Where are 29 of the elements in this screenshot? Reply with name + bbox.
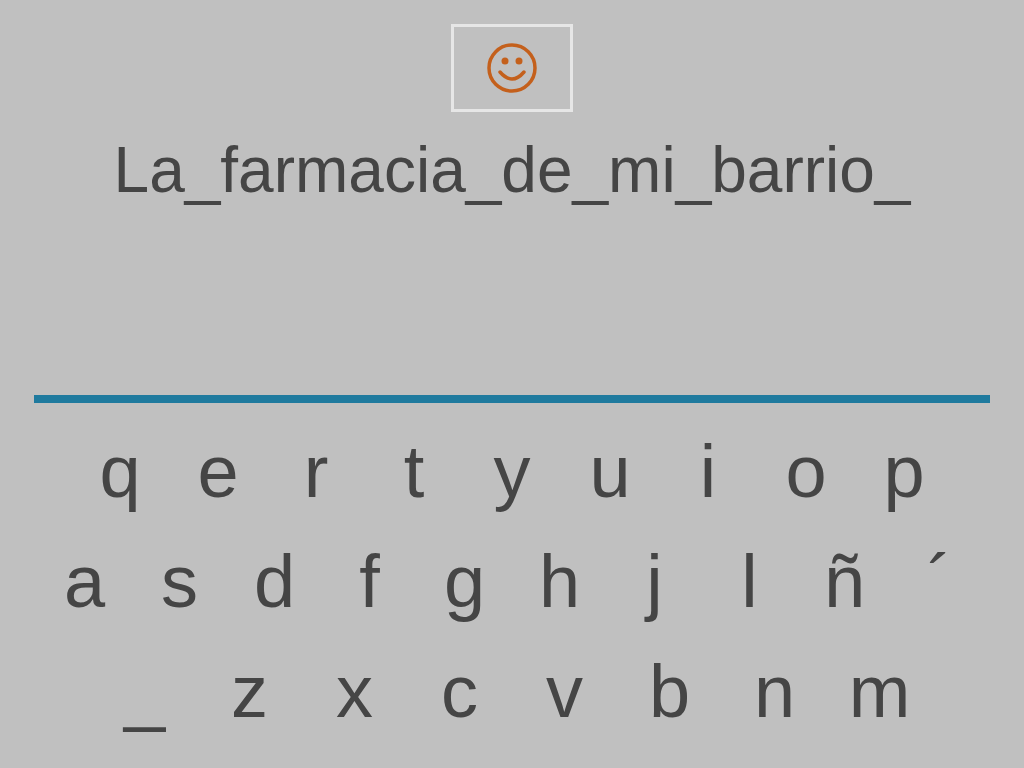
letter-key[interactable]: m bbox=[827, 647, 932, 737]
letter-key[interactable]: ñ bbox=[797, 537, 892, 627]
letter-key[interactable]: b bbox=[617, 647, 722, 737]
letter-key[interactable]: j bbox=[607, 537, 702, 627]
letter-key[interactable]: _ bbox=[92, 647, 197, 737]
letter-key[interactable]: v bbox=[512, 647, 617, 737]
letter-key[interactable]: t bbox=[365, 427, 463, 517]
answer-text: La_farmacia_de_mi_barrio_ bbox=[113, 133, 911, 208]
letter-key[interactable]: a bbox=[37, 537, 132, 627]
letter-key[interactable]: n bbox=[722, 647, 827, 737]
letter-key[interactable]: o bbox=[757, 427, 855, 517]
letter-key[interactable]: s bbox=[132, 537, 227, 627]
letter-key[interactable]: h bbox=[512, 537, 607, 627]
letter-key[interactable]: c bbox=[407, 647, 512, 737]
letter-key[interactable]: q bbox=[71, 427, 169, 517]
letter-key[interactable]: y bbox=[463, 427, 561, 517]
letter-key[interactable]: r bbox=[267, 427, 365, 517]
letter-key[interactable]: z bbox=[197, 647, 302, 737]
letter-key[interactable]: g bbox=[417, 537, 512, 627]
letter-key[interactable]: u bbox=[561, 427, 659, 517]
letter-key[interactable]: i bbox=[659, 427, 757, 517]
letter-key[interactable]: f bbox=[322, 537, 417, 627]
letter-key[interactable]: l bbox=[702, 537, 797, 627]
letter-key[interactable]: x bbox=[302, 647, 407, 737]
letter-key[interactable]: d bbox=[227, 537, 322, 627]
letter-key[interactable]: ´ bbox=[892, 537, 987, 627]
letter-key[interactable]: e bbox=[169, 427, 267, 517]
smiley-icon bbox=[486, 42, 538, 94]
letter-key[interactable]: p bbox=[855, 427, 953, 517]
